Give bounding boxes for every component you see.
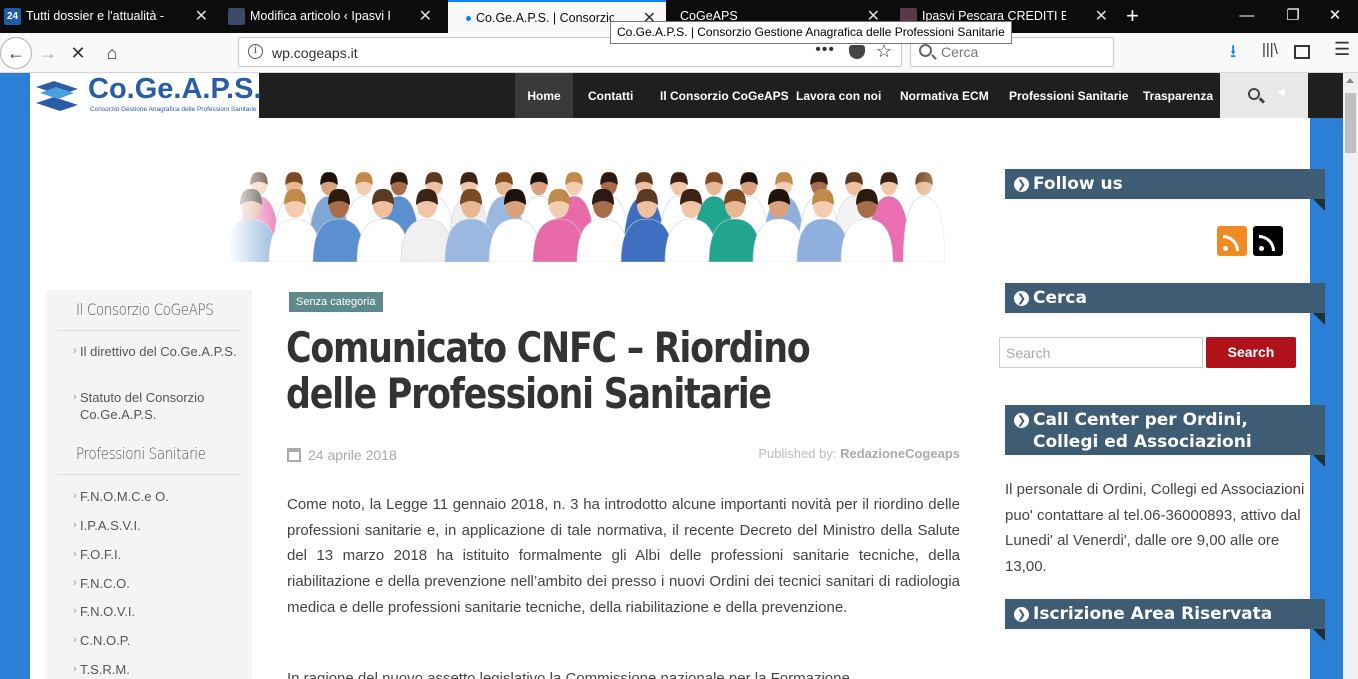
chevron-circle-icon: ❯	[1014, 607, 1029, 622]
chevron-circle-icon: ❯	[1014, 413, 1029, 428]
menu-icon[interactable]: ☰	[1334, 39, 1350, 60]
sidebar-heading-professioni: Professioni Sanitarie	[76, 444, 206, 463]
published-by: Published by: RedazioneCogeaps	[758, 446, 960, 461]
logo-name: Co.Ge.A.P.S.	[88, 73, 262, 105]
sidebar-item-direttivo[interactable]: Il direttivo del Co.Ge.A.P.S.	[73, 343, 240, 360]
menu-normativa[interactable]: Normativa ECM	[900, 73, 989, 118]
chevron-circle-icon: ❯	[1014, 177, 1029, 192]
sidebar-item-ipasvi[interactable]: I.P.A.S.V.I.	[73, 517, 240, 534]
loading-icon	[466, 16, 471, 21]
menu-trasparenza[interactable]: Trasparenza	[1143, 73, 1213, 118]
divider	[58, 330, 242, 331]
scroll-up-icon[interactable]	[1346, 78, 1354, 83]
menu-lavora[interactable]: Lavora con noi	[796, 73, 881, 118]
close-tab-icon[interactable]: ✕	[195, 0, 208, 33]
download-icon[interactable]: ⭳	[1230, 39, 1236, 69]
article-date: 24 aprile 2018	[308, 447, 397, 463]
search-icon	[1248, 88, 1260, 100]
tab-tooltip: Co.Ge.A.P.S. | Consorzio Gestione Anagra…	[610, 21, 1012, 44]
menu-professioni[interactable]: Professioni Sanitarie	[1009, 73, 1128, 118]
sidebar-item-fnomceo[interactable]: F.N.O.M.C.e O.	[73, 488, 240, 505]
sidebar-item-statuto[interactable]: Statuto del Consorzio Co.Ge.A.P.S.	[73, 389, 240, 423]
category-badge[interactable]: Senza categoria	[289, 292, 383, 312]
rss-black-icon[interactable]	[1253, 226, 1283, 256]
restore-icon[interactable]: ❐	[1270, 0, 1316, 33]
site-icon	[228, 8, 245, 25]
site-header: Co.Ge.A.P.S. Consorzio Gestione Anagrafi…	[30, 73, 1343, 118]
sidebar-item-fnco[interactable]: F.N.C.O.	[73, 575, 240, 592]
rss-orange-icon[interactable]	[1217, 226, 1247, 256]
author-link[interactable]: RedazioneCogeaps	[840, 446, 960, 461]
logo-mark-icon	[36, 81, 78, 111]
article-paragraph: In ragione del nuovo assetto legislativo…	[287, 670, 850, 679]
right-column	[990, 118, 1310, 679]
widget-follow-heading: ❯ Follow us	[1005, 169, 1325, 211]
chevron-circle-icon: ❯	[1014, 291, 1029, 306]
url-text: wp.cogeaps.it	[272, 45, 358, 61]
close-tab-icon[interactable]: ✕	[419, 0, 432, 33]
sidebar-item-fnovi[interactable]: F.N.O.V.I.	[73, 603, 240, 620]
close-tab-icon[interactable]: ✕	[1095, 0, 1108, 33]
widget-callcenter-heading: ❯ Call Center per Ordini, Collegi ed Asso…	[1005, 405, 1325, 467]
home-icon[interactable]: ⌂	[98, 39, 126, 67]
calendar-icon	[287, 448, 301, 462]
nurse24-icon: 24	[4, 8, 21, 25]
divider	[58, 474, 242, 475]
search-icon	[919, 44, 932, 57]
site-search-input[interactable]: Search	[999, 337, 1203, 368]
sidebar-item-tsrm[interactable]: T.S.R.M.	[73, 661, 240, 678]
menu-home[interactable]: Home	[515, 73, 573, 118]
site-search-button[interactable]: Search	[1206, 337, 1296, 368]
sidebar-icon[interactable]	[1294, 45, 1310, 59]
article-paragraph: Come noto, la Legge 11 gennaio 2018, n. …	[287, 496, 960, 616]
forward-icon[interactable]: →	[34, 39, 62, 67]
scroll-thumb[interactable]	[1345, 93, 1356, 153]
stop-icon[interactable]: ✕	[64, 39, 92, 67]
sidebar-item-cnop[interactable]: C.N.O.P.	[73, 632, 240, 649]
tab-modifica-articolo[interactable]: Modifica articolo ‹ Ipasvi Pescara ✕	[224, 0, 442, 33]
tab-nurse24[interactable]: 24 Tutti dossier e l'attualità - Nurse ✕	[0, 0, 218, 33]
library-icon[interactable]: |||\	[1262, 41, 1278, 58]
menu-consorzio[interactable]: Il Consorzio CoGeAPS	[660, 73, 789, 118]
back-icon[interactable]: ←	[0, 37, 32, 69]
pocket-icon[interactable]	[849, 45, 865, 59]
menu-contatti[interactable]: Contatti	[588, 73, 633, 118]
close-window-icon[interactable]: ✕	[1312, 0, 1358, 33]
logo-subtitle: Consorzio Gestione Anagrafica delle Prof…	[90, 106, 257, 113]
header-search-button[interactable]: ◀	[1220, 73, 1308, 118]
info-icon[interactable]: i	[248, 44, 263, 59]
caret-left-icon: ◀	[1277, 87, 1285, 98]
widget-cerca-heading: ❯ Cerca	[1005, 283, 1325, 325]
minimize-icon[interactable]: —	[1224, 0, 1270, 33]
healthcare-staff-banner	[229, 155, 975, 262]
callcenter-text: Il personale di Ordini, Collegi ed Assoc…	[1005, 481, 1305, 576]
site-logo[interactable]: Co.Ge.A.P.S. Consorzio Gestione Anagrafi…	[30, 73, 262, 118]
new-tab-icon[interactable]: +	[1126, 3, 1139, 29]
bookmark-star-icon[interactable]: ☆	[876, 41, 892, 62]
sidebar-heading-consorzio: Il Consorzio CoGeAPS	[76, 300, 214, 319]
article-title: Comunicato CNFC – Riordino delle Profess…	[286, 323, 811, 418]
scrollbar[interactable]	[1343, 73, 1358, 679]
sidebar-item-fofi[interactable]: F.O.F.I.	[73, 546, 240, 563]
left-sidebar: Il Consorzio CoGeAPS Il direttivo del Co…	[46, 290, 252, 679]
widget-iscrizione-heading: ❯ Iscrizione Area Riservata	[1005, 599, 1325, 641]
